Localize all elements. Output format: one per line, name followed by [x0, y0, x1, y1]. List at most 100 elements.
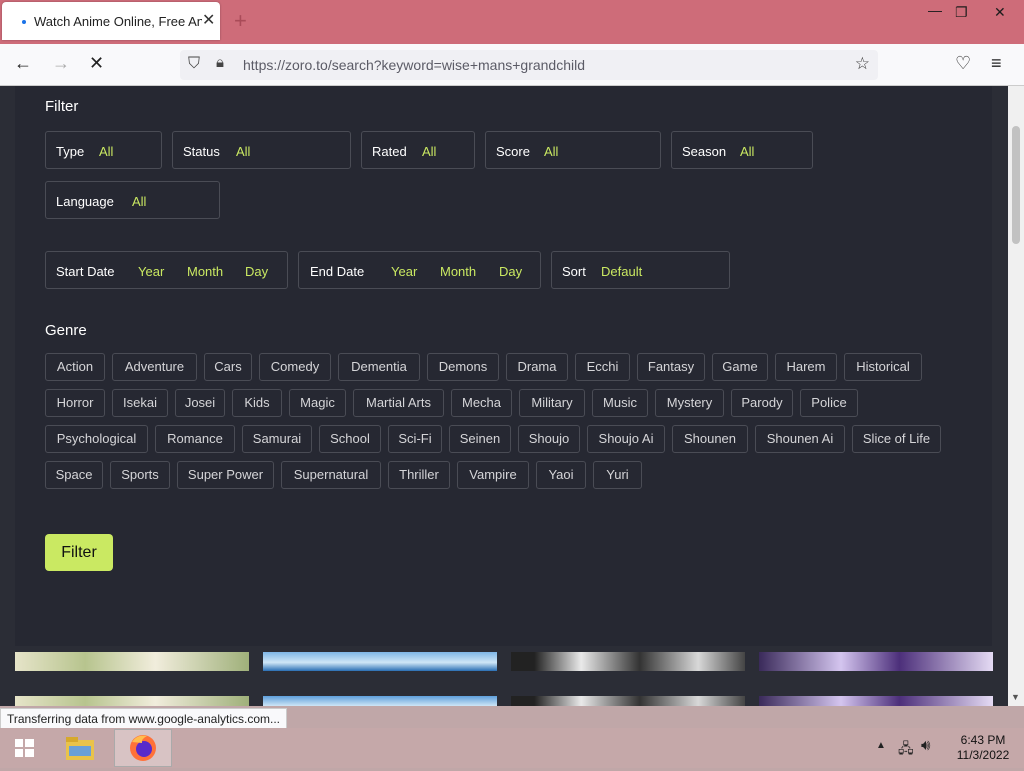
filter-submit-button[interactable]: Filter [45, 534, 113, 571]
stop-loading-icon[interactable]: ✕ [89, 53, 104, 74]
sort-filter[interactable]: Sort Default [551, 251, 730, 289]
genre-chip[interactable]: Mecha [451, 389, 512, 417]
network-icon[interactable]: 🖧︎ [898, 738, 914, 762]
genre-chip[interactable]: Yuri [593, 461, 642, 489]
genre-chip[interactable]: Mystery [655, 389, 724, 417]
season-filter[interactable]: Season All [671, 131, 813, 169]
genre-chip[interactable]: Music [592, 389, 648, 417]
rated-filter[interactable]: Rated All [361, 131, 475, 169]
file-explorer-icon[interactable] [60, 732, 100, 764]
result-thumbnail[interactable] [263, 696, 497, 706]
url-text[interactable]: https://zoro.to/search?keyword=wise+mans… [243, 57, 585, 73]
genre-chip[interactable]: Police [800, 389, 858, 417]
language-value[interactable]: All [132, 194, 146, 209]
result-thumbnail[interactable] [759, 652, 993, 671]
genre-chip[interactable]: Josei [175, 389, 225, 417]
genre-chip[interactable]: Historical [844, 353, 922, 381]
menu-icon[interactable]: ≡ [991, 53, 1002, 74]
volume-icon[interactable]: 🔊︎ [921, 737, 930, 754]
genre-chip[interactable]: Isekai [112, 389, 168, 417]
season-value[interactable]: All [740, 144, 754, 159]
genre-chip[interactable]: Game [712, 353, 768, 381]
score-value[interactable]: All [544, 144, 558, 159]
genre-chip[interactable]: Dementia [338, 353, 420, 381]
end-date-label: End Date [310, 264, 365, 279]
genre-chip[interactable]: Sci-Fi [388, 425, 442, 453]
shield-icon[interactable]: ⛉ [188, 55, 200, 73]
status-value[interactable]: All [236, 144, 250, 159]
genre-chip[interactable]: Samurai [242, 425, 312, 453]
genre-chip[interactable]: Shounen Ai [755, 425, 845, 453]
genre-chip[interactable]: Super Power [177, 461, 274, 489]
genre-chip[interactable]: Demons [427, 353, 499, 381]
tab-close-icon[interactable]: ✕ [202, 10, 215, 30]
genre-chip[interactable]: Shoujo [518, 425, 580, 453]
result-thumbnail[interactable] [759, 696, 993, 706]
genre-chip[interactable]: Parody [731, 389, 793, 417]
genre-chip[interactable]: Harem [775, 353, 837, 381]
firefox-icon[interactable] [114, 729, 172, 767]
back-arrow-icon[interactable]: ← [14, 53, 32, 74]
genre-chip[interactable]: Thriller [388, 461, 450, 489]
system-clock[interactable]: 6:43 PM 11/3/2022 [950, 733, 1016, 763]
genre-chip[interactable]: Slice of Life [852, 425, 941, 453]
start-day-select[interactable]: Day [245, 264, 268, 279]
genre-chip[interactable]: Space [45, 461, 103, 489]
browser-tab-active[interactable]: Watch Anime Online, Free Anim ✕ [2, 2, 220, 40]
end-month-select[interactable]: Month [440, 264, 476, 279]
language-filter[interactable]: Language All [45, 181, 220, 219]
new-tab-button[interactable]: + [234, 8, 247, 34]
genre-chip[interactable]: Psychological [45, 425, 148, 453]
genre-chip[interactable]: Drama [506, 353, 568, 381]
windows-start-icon[interactable] [4, 732, 44, 764]
pocket-icon[interactable]: ♡ [955, 53, 971, 74]
close-window-icon[interactable]: ✕ [994, 4, 1006, 21]
genre-chip[interactable]: Sports [110, 461, 170, 489]
season-label: Season [682, 144, 727, 159]
genre-chip[interactable]: Cars [204, 353, 252, 381]
bookmark-star-icon[interactable]: ☆ [855, 54, 870, 74]
show-hidden-icons-icon[interactable]: ▲ [876, 740, 886, 751]
scrollbar-thumb[interactable] [1012, 126, 1020, 244]
result-thumbnail[interactable] [263, 652, 497, 671]
genre-chip[interactable]: Magic [289, 389, 346, 417]
scroll-down-arrow-icon[interactable]: ▼ [1011, 692, 1020, 702]
result-thumbnail[interactable] [511, 696, 745, 706]
result-thumbnail[interactable] [15, 652, 249, 671]
end-year-select[interactable]: Year [391, 264, 417, 279]
genre-chip[interactable]: Fantasy [637, 353, 705, 381]
sort-value[interactable]: Default [601, 264, 642, 279]
genre-chip[interactable]: Horror [45, 389, 105, 417]
page-scrollbar[interactable]: ▼ [1008, 86, 1024, 706]
rated-value[interactable]: All [422, 144, 436, 159]
genre-chip[interactable]: Romance [155, 425, 235, 453]
type-filter[interactable]: Type All [45, 131, 162, 169]
minimize-window-icon[interactable]: — [928, 2, 942, 18]
genre-chip[interactable]: Comedy [259, 353, 331, 381]
genre-chip[interactable]: Martial Arts [353, 389, 444, 417]
genre-chip[interactable]: Action [45, 353, 105, 381]
end-day-select[interactable]: Day [499, 264, 522, 279]
type-value[interactable]: All [99, 144, 113, 159]
result-thumbnail[interactable] [511, 652, 745, 671]
genre-chip[interactable]: School [319, 425, 381, 453]
genre-chip[interactable]: Military [519, 389, 585, 417]
result-thumbnail[interactable] [15, 696, 249, 706]
genre-chip[interactable]: Shoujo Ai [587, 425, 665, 453]
lock-icon[interactable]: 🔒︎ [216, 54, 224, 71]
genre-chip[interactable]: Supernatural [281, 461, 381, 489]
genre-chip[interactable]: Adventure [112, 353, 197, 381]
genre-chip[interactable]: Seinen [449, 425, 511, 453]
genre-chip[interactable]: Vampire [457, 461, 529, 489]
forward-arrow-icon[interactable]: → [52, 53, 70, 74]
genre-chip[interactable]: Shounen [672, 425, 748, 453]
genre-chip[interactable]: Yaoi [536, 461, 586, 489]
restore-window-icon[interactable]: ❐ [955, 4, 968, 21]
address-bar[interactable]: ⛉ 🔒︎ https://zoro.to/search?keyword=wise… [180, 50, 878, 80]
start-year-select[interactable]: Year [138, 264, 164, 279]
status-filter[interactable]: Status All [172, 131, 351, 169]
genre-chip[interactable]: Ecchi [575, 353, 630, 381]
genre-chip[interactable]: Kids [232, 389, 282, 417]
score-filter[interactable]: Score All [485, 131, 661, 169]
start-month-select[interactable]: Month [187, 264, 223, 279]
